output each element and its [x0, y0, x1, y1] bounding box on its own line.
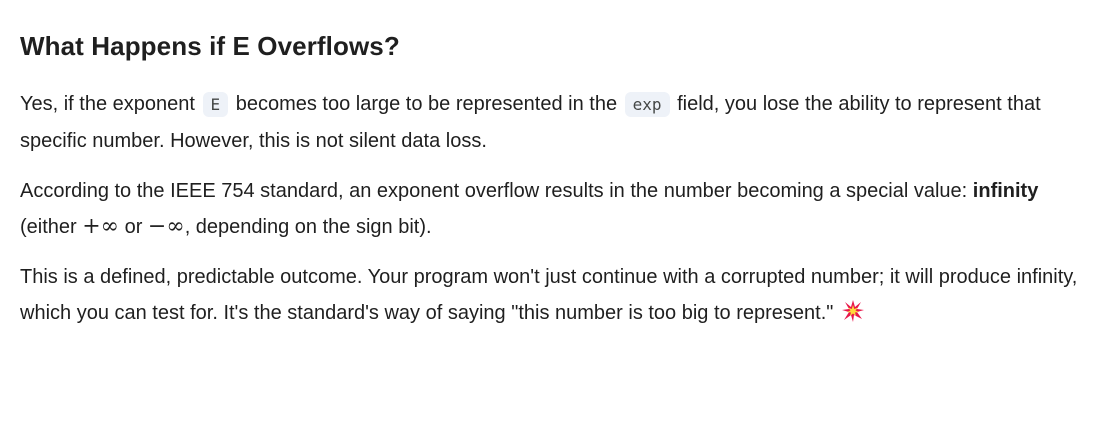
p1-text-1: Yes, if the exponent [20, 93, 201, 115]
p2-text-2: (either [20, 216, 83, 238]
response-content: What Happens if E Overflows? Yes, if the… [20, 26, 1086, 345]
plus-infinity-symbol: +∞ [82, 214, 120, 239]
p2-text-3: or [119, 216, 148, 238]
p3-text: This is a defined, predictable outcome. … [20, 266, 1078, 324]
p2-text-4: , depending on the sign bit). [184, 216, 432, 238]
paragraph-defined-outcome: This is a defined, predictable outcome. … [20, 259, 1086, 331]
inline-code-e: E [202, 92, 229, 117]
paragraph-overflow-intro: Yes, if the exponent E becomes too large… [20, 86, 1086, 159]
p1-text-2: becomes too large to be represented in t… [230, 93, 623, 115]
paragraph-ieee-754: According to the IEEE 754 standard, an e… [20, 173, 1086, 245]
minus-infinity-symbol: −∞ [147, 214, 185, 239]
section-heading: What Happens if E Overflows? [20, 31, 400, 61]
p2-text-1: According to the IEEE 754 standard, an e… [20, 180, 973, 202]
inline-code-exp: exp [624, 92, 670, 117]
collision-icon [842, 300, 865, 322]
infinity-bold: infinity [972, 180, 1039, 202]
